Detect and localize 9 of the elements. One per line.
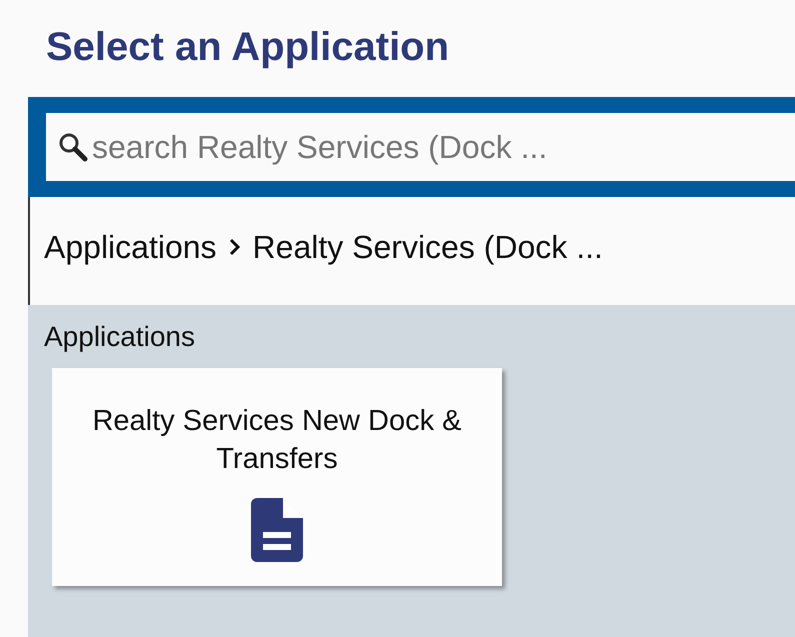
breadcrumb-item[interactable]: Applications — [44, 223, 217, 271]
breadcrumb-item: Realty Services (Dock ... — [252, 228, 603, 267]
page-title: Select an Application — [46, 26, 450, 66]
chevron-right-icon — [228, 238, 241, 256]
section-heading: Applications — [44, 323, 196, 351]
document-icon — [251, 498, 303, 562]
card-title: Realty Services New Dock & Transfers — [91, 404, 463, 477]
application-card[interactable]: Realty Services New Dock & Transfers — [52, 368, 502, 586]
search-field[interactable]: search Realty Services (Dock ... — [46, 113, 795, 181]
